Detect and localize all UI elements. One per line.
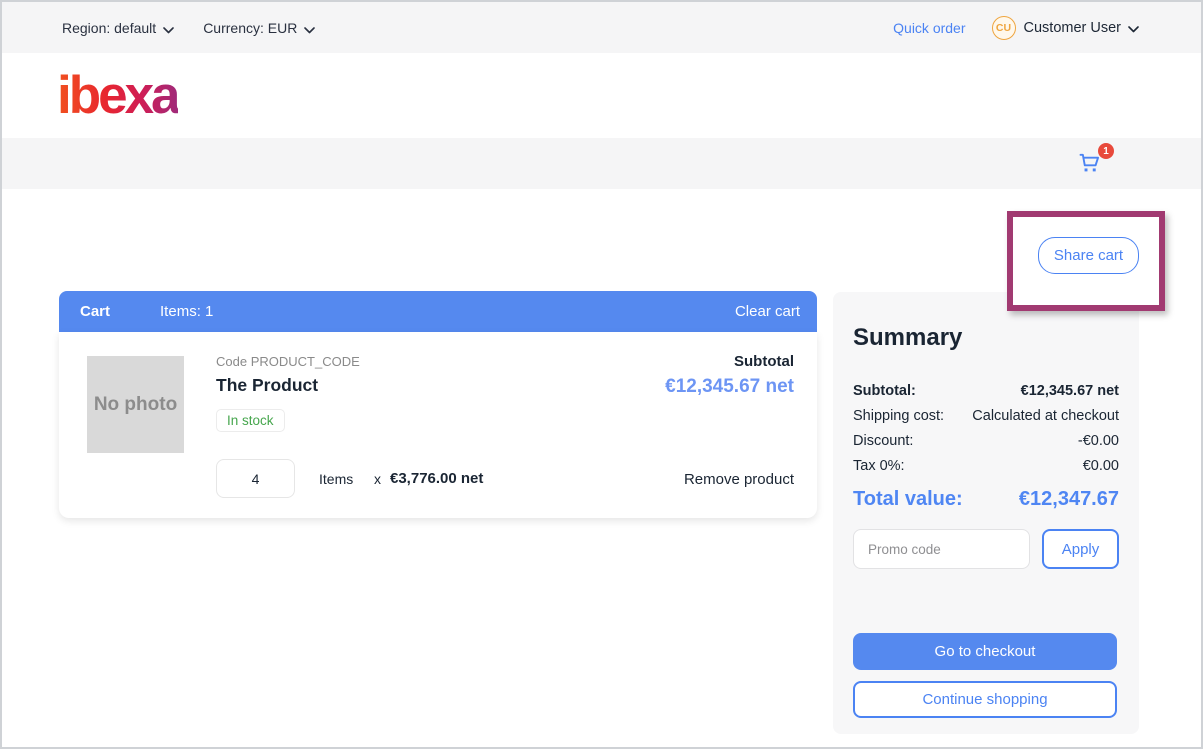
quantity-input[interactable] xyxy=(216,459,295,498)
row-value: €12,345.67 net xyxy=(1021,379,1119,404)
summary-row-shipping: Shipping cost: Calculated at checkout xyxy=(853,404,1119,429)
clear-cart-button[interactable]: Clear cart xyxy=(735,303,800,320)
summary-title: Summary xyxy=(853,324,1119,352)
row-value: -€0.00 xyxy=(1078,429,1119,454)
apply-promo-button[interactable]: Apply xyxy=(1042,529,1119,569)
user-name: Customer User xyxy=(1024,20,1122,36)
row-label: Discount: xyxy=(853,429,913,454)
summary-row-subtotal: Subtotal: €12,345.67 net xyxy=(853,379,1119,404)
total-value: €12,347.67 xyxy=(1019,488,1119,511)
subtotal-label: Subtotal xyxy=(734,353,794,370)
chevron-down-icon xyxy=(1128,21,1139,37)
product-code: Code PRODUCT_CODE xyxy=(216,354,360,369)
user-menu[interactable]: Customer User xyxy=(1024,19,1140,37)
cart-count-badge: 1 xyxy=(1098,143,1114,159)
cart-items-count: Items: 1 xyxy=(160,303,213,320)
ibexa-logo[interactable]: ibexa xyxy=(57,69,178,122)
annotation-highlight-box: Share cart xyxy=(1007,211,1165,311)
row-label: Subtotal: xyxy=(853,379,916,404)
currency-label: Currency: EUR xyxy=(203,20,297,36)
total-row: Total value: €12,347.67 xyxy=(853,488,1119,511)
currency-selector[interactable]: Currency: EUR xyxy=(203,19,315,37)
multiply-sign: x xyxy=(374,471,381,487)
row-label: Tax 0%: xyxy=(853,454,905,479)
main-content: Share cart Cart Items: 1 Clear cart No p… xyxy=(2,189,1201,746)
cart-title: Cart xyxy=(80,303,110,320)
go-to-checkout-button[interactable]: Go to checkout xyxy=(853,633,1117,670)
header: ibexa xyxy=(2,53,1201,138)
row-value: Calculated at checkout xyxy=(972,404,1119,429)
shopping-cart-icon xyxy=(1076,163,1103,180)
row-label: Shipping cost: xyxy=(853,404,944,429)
top-bar-right: Quick order CU Customer User xyxy=(893,16,1139,40)
chevron-down-icon xyxy=(304,21,315,37)
quantity-unit-label: Items xyxy=(319,471,353,487)
summary-row-discount: Discount: -€0.00 xyxy=(853,429,1119,454)
stock-status-badge: In stock xyxy=(216,409,285,432)
promo-code-input[interactable] xyxy=(853,529,1030,569)
top-bar: Region: default Currency: EUR Quick orde… xyxy=(2,2,1201,53)
nav-bar: 1 xyxy=(2,138,1201,189)
top-bar-left: Region: default Currency: EUR xyxy=(62,19,315,37)
continue-shopping-button[interactable]: Continue shopping xyxy=(853,681,1117,718)
summary-panel: Summary Subtotal: €12,345.67 net Shippin… xyxy=(833,292,1139,734)
cart-product-row: No photo Code PRODUCT_CODE The Product I… xyxy=(59,332,817,518)
product-image-placeholder: No photo xyxy=(87,356,184,453)
avatar[interactable]: CU xyxy=(992,16,1016,40)
quick-order-link[interactable]: Quick order xyxy=(893,20,965,36)
region-label: Region: default xyxy=(62,20,156,36)
total-label: Total value: xyxy=(853,488,963,511)
promo-row: Apply xyxy=(853,529,1119,569)
subtotal-value: €12,345.67 net xyxy=(665,376,794,398)
cart-card: Cart Items: 1 Clear cart No photo Code P… xyxy=(59,291,817,518)
cart-header: Cart Items: 1 Clear cart xyxy=(59,291,817,332)
chevron-down-icon xyxy=(163,21,174,37)
row-value: €0.00 xyxy=(1083,454,1119,479)
share-cart-button[interactable]: Share cart xyxy=(1038,237,1139,274)
unit-price: €3,776.00 net xyxy=(390,470,483,487)
summary-rows: Subtotal: €12,345.67 net Shipping cost: … xyxy=(853,379,1119,479)
cart-button[interactable]: 1 xyxy=(1076,149,1106,179)
summary-row-tax: Tax 0%: €0.00 xyxy=(853,454,1119,479)
remove-product-button[interactable]: Remove product xyxy=(684,471,794,488)
region-selector[interactable]: Region: default xyxy=(62,19,174,37)
page: Region: default Currency: EUR Quick orde… xyxy=(0,0,1203,749)
product-name[interactable]: The Product xyxy=(216,375,318,396)
